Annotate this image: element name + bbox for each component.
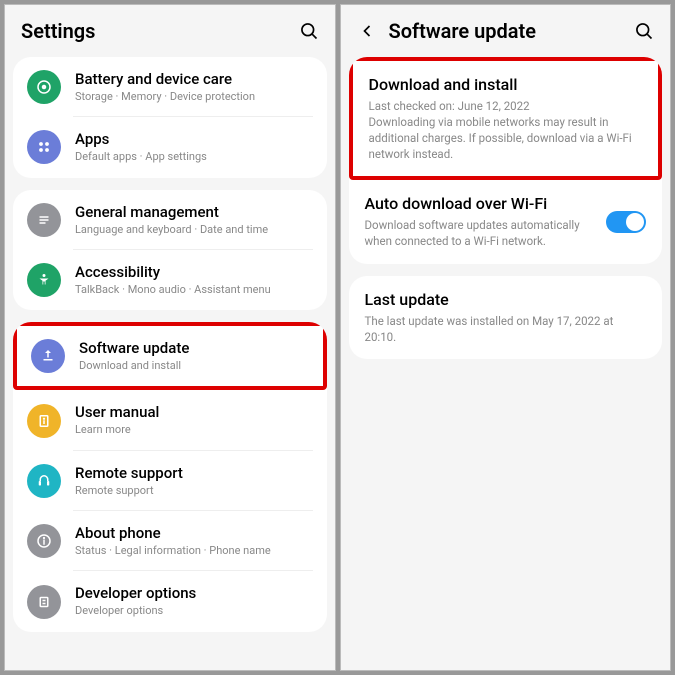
settings-item-remote-support[interactable]: Remote support Remote support	[13, 451, 327, 511]
item-sub: Language and keyboard · Date and time	[75, 223, 313, 237]
settings-card-3: Software update Download and install Use…	[13, 322, 327, 631]
item-text: Remote support Remote support	[75, 464, 313, 498]
item-sub: Storage · Memory · Device protection	[75, 90, 313, 104]
settings-item-user-manual[interactable]: User manual Learn more	[13, 390, 327, 450]
item-text: Developer options Developer options	[75, 584, 313, 618]
search-icon[interactable]	[299, 21, 319, 41]
item-sub: TalkBack · Mono audio · Assistant menu	[75, 283, 313, 297]
su-title: Last update	[365, 290, 647, 309]
item-sub: Default apps · App settings	[75, 150, 313, 164]
highlight-download-install: Download and install Last checked on: Ju…	[349, 57, 663, 180]
accessibility-icon	[27, 263, 61, 297]
item-sub: Status · Legal information · Phone name	[75, 544, 313, 558]
item-title: Apps	[75, 130, 313, 148]
settings-item-general[interactable]: General management Language and keyboard…	[13, 190, 327, 250]
search-icon[interactable]	[634, 21, 654, 41]
settings-panel: Settings Battery and device care Storage…	[4, 4, 336, 671]
settings-item-battery[interactable]: Battery and device care Storage · Memory…	[13, 57, 327, 117]
item-title: General management	[75, 203, 313, 221]
settings-content: Battery and device care Storage · Memory…	[5, 57, 335, 670]
settings-header: Settings	[5, 5, 335, 57]
su-sub: Download software updates automatically …	[365, 217, 597, 249]
item-title: Accessibility	[75, 263, 313, 281]
settings-card-2: General management Language and keyboard…	[13, 190, 327, 311]
settings-item-apps[interactable]: Apps Default apps · App settings	[13, 117, 327, 177]
highlight-software-update: Software update Download and install	[13, 322, 327, 390]
su-title: Auto download over Wi-Fi	[365, 194, 597, 213]
last-update-item[interactable]: Last update The last update was installe…	[349, 276, 663, 359]
software-update-icon	[31, 339, 65, 373]
auto-download-toggle[interactable]	[606, 211, 646, 233]
su-title: Download and install	[369, 75, 643, 94]
settings-title: Settings	[21, 19, 299, 43]
su-sub-line1: Last checked on: June 12, 2022	[369, 98, 643, 114]
item-title: Software update	[79, 339, 309, 357]
item-sub: Remote support	[75, 484, 313, 498]
item-title: Remote support	[75, 464, 313, 482]
item-sub: Developer options	[75, 604, 313, 618]
back-icon[interactable]	[357, 21, 377, 41]
su-card-1: Download and install Last checked on: Ju…	[349, 57, 663, 264]
item-sub: Learn more	[75, 423, 313, 437]
software-update-title: Software update	[389, 19, 635, 43]
download-install-item[interactable]: Download and install Last checked on: Ju…	[353, 61, 659, 176]
item-text: User manual Learn more	[75, 403, 313, 437]
software-update-content: Download and install Last checked on: Ju…	[341, 57, 671, 670]
item-text: Battery and device care Storage · Memory…	[75, 70, 313, 104]
item-title: Developer options	[75, 584, 313, 602]
remote-support-icon	[27, 464, 61, 498]
apps-icon	[27, 130, 61, 164]
user-manual-icon	[27, 404, 61, 438]
software-update-header: Software update	[341, 5, 671, 57]
su-card-2: Last update The last update was installe…	[349, 276, 663, 359]
item-title: Battery and device care	[75, 70, 313, 88]
settings-item-about-phone[interactable]: About phone Status · Legal information ·…	[13, 511, 327, 571]
about-phone-icon	[27, 524, 61, 558]
su-text: Auto download over Wi-Fi Download softwa…	[365, 194, 597, 249]
settings-item-software-update[interactable]: Software update Download and install	[17, 326, 323, 386]
auto-download-item[interactable]: Auto download over Wi-Fi Download softwa…	[349, 180, 663, 263]
item-text: Apps Default apps · App settings	[75, 130, 313, 164]
settings-item-accessibility[interactable]: Accessibility TalkBack · Mono audio · As…	[13, 250, 327, 310]
item-title: About phone	[75, 524, 313, 542]
su-sub-line2: Downloading via mobile networks may resu…	[369, 114, 643, 162]
software-update-panel: Software update Download and install Las…	[340, 4, 672, 671]
item-text: Software update Download and install	[79, 339, 309, 373]
general-icon	[27, 203, 61, 237]
settings-item-developer-options[interactable]: Developer options Developer options	[13, 571, 327, 631]
battery-icon	[27, 70, 61, 104]
item-text: About phone Status · Legal information ·…	[75, 524, 313, 558]
developer-options-icon	[27, 585, 61, 619]
su-sub: The last update was installed on May 17,…	[365, 313, 647, 345]
settings-card-1: Battery and device care Storage · Memory…	[13, 57, 327, 178]
item-sub: Download and install	[79, 359, 309, 373]
item-text: General management Language and keyboard…	[75, 203, 313, 237]
item-title: User manual	[75, 403, 313, 421]
item-text: Accessibility TalkBack · Mono audio · As…	[75, 263, 313, 297]
